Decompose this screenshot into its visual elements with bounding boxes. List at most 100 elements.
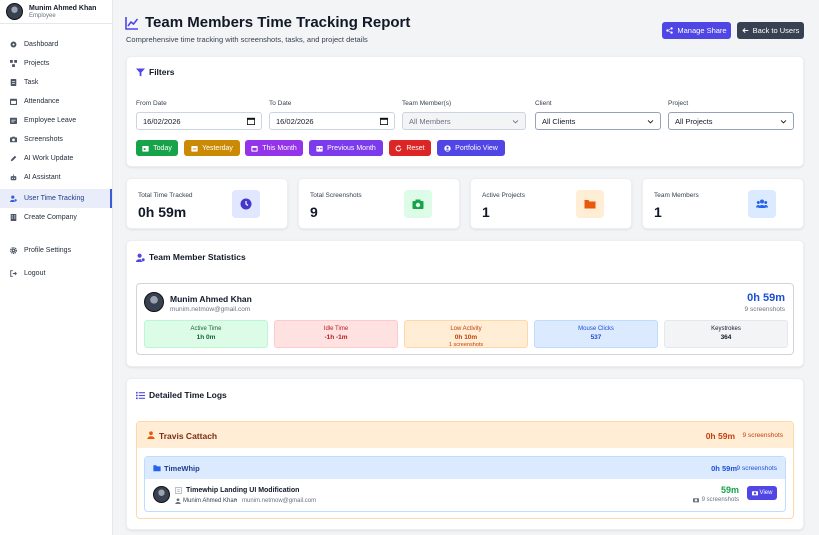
metric-mouse-clicks: Mouse Clicks 537 [534,320,658,348]
task-screenshot-count: 9 screenshots [701,497,739,503]
chart-line-icon [125,16,139,30]
sidebar-item-task[interactable]: Task [0,73,112,92]
previous-month-label: Previous Month [327,144,376,152]
sidebar-item-create-company[interactable]: Create Company [0,208,112,227]
chevron-down-icon [780,119,787,124]
previous-month-button[interactable]: Previous Month [309,140,383,156]
sidebar-item-employee-leave[interactable]: Employee Leave [0,111,112,130]
leave-icon [10,117,17,124]
sidebar-item-profile-settings[interactable]: Profile Settings [0,241,112,260]
member-stat-card: Munim Ahmed Khan munim.netmow@gmail.com … [136,283,794,355]
share-icon [666,27,674,34]
back-to-users-button[interactable]: Back to Users [737,22,804,39]
refresh-icon [395,144,402,151]
team-member-value: All Members [409,116,451,126]
metric-value: 1h 0m [196,334,216,341]
page-subtitle: Comprehensive time tracking with screens… [126,35,368,44]
sidebar-item-label: Screenshots [24,136,63,143]
from-date-value: 16/02/2026 [143,116,181,126]
filters-title-text: Filters [149,67,175,77]
separator: • [235,498,238,504]
client-select[interactable]: All Clients [535,112,661,130]
manage-share-label: Manage Share [677,26,727,35]
sidebar-item-label: Task [24,79,39,86]
user-profile[interactable]: Munim Ahmed Khan Employee [0,0,112,24]
logout-icon [10,270,17,277]
calendar-icon[interactable] [380,117,388,125]
task-icon [10,79,17,86]
from-date-input[interactable]: 16/02/2026 [136,112,262,130]
time-logs-title: Detailed Time Logs [136,390,227,400]
avatar [144,292,164,312]
project-screenshot-count: 9 screenshots [736,465,777,472]
chevron-down-icon [512,119,519,124]
metric-keystrokes: Keystrokes 364 [664,320,788,348]
this-month-button[interactable]: This Month [245,140,303,156]
manage-share-button[interactable]: Manage Share [662,22,731,39]
view-label: View [759,490,773,496]
team-member-select[interactable]: All Members [402,112,526,130]
client-label: Client [535,100,552,107]
sidebar-item-logout[interactable]: Logout [0,264,112,283]
stat-card-active-projects: Active Projects 1 [470,178,632,229]
stat-label: Team Members [654,192,699,199]
reset-label: Reset [406,144,425,152]
task-user: Munim Ahmed Khan [183,498,238,504]
sidebar-item-dashboard[interactable]: Dashboard [0,35,112,54]
sidebar-item-label: Projects [24,60,50,67]
client-total-time: 0h 59m [705,431,735,441]
sidebar-item-projects[interactable]: Projects [0,54,112,73]
task-email: munim.netmow@gmail.com [242,498,317,504]
stat-label: Total Screenshots [310,192,362,199]
today-button[interactable]: Today [136,140,178,156]
reset-button[interactable]: Reset [389,140,431,156]
task-icon [175,487,182,494]
user-clock-icon [10,195,17,202]
portfolio-view-button[interactable]: Portfolio View [437,140,505,156]
calendar-minus-icon [191,145,198,152]
time-logs-title-text: Detailed Time Logs [149,390,227,400]
client-group: Travis Cattach 0h 59m 9 screenshots Time… [136,421,794,519]
team-stats-title-text: Team Member Statistics [149,252,246,262]
portfolio-view-label: Portfolio View [455,144,498,152]
robot-icon [10,174,17,181]
sidebar-item-attendance[interactable]: Attendance [0,92,112,111]
building-icon [10,214,17,221]
project-select[interactable]: All Projects [668,112,794,130]
sidebar-item-label: Dashboard [24,41,59,48]
client-header[interactable]: Travis Cattach 0h 59m 9 screenshots [137,422,793,448]
metric-label: Mouse Clicks [578,326,614,332]
user-circle-icon [444,144,451,152]
to-date-input[interactable]: 16/02/2026 [269,112,395,130]
calendar-icon[interactable] [247,117,255,125]
user-icon [175,498,181,504]
page-title: Team Members Time Tracking Report [125,14,410,31]
metric-value: 0h 10m [454,334,478,341]
user-name: Munim Ahmed Khan [29,4,97,12]
member-total-time: 0h 59m [747,292,785,304]
sidebar-item-ai-work-update[interactable]: AI Work Update [0,149,112,168]
sidebar-item-ai-assistant[interactable]: AI Assistant [0,168,112,187]
sidebar-item-screenshots[interactable]: Screenshots [0,130,112,149]
member-email: munim.netmow@gmail.com [170,306,251,313]
view-button[interactable]: View [747,486,777,500]
gear-icon [10,247,17,254]
yesterday-label: Yesterday [202,144,233,152]
user-clock-icon [136,253,145,262]
task-duration: 59m [720,485,739,495]
arrow-left-icon [742,28,748,33]
sidebar-item-user-time-tracking[interactable]: User Time Tracking [0,189,112,208]
to-date-label: To Date [269,100,292,107]
stat-value: 1 [654,204,662,220]
metric-label: Keystrokes [711,326,741,332]
sidebar-item-label: Logout [24,270,46,277]
project-header[interactable]: TimeWhip 0h 59m 9 screenshots [145,457,785,479]
camera-icon [404,190,432,218]
from-date-label: From Date [136,100,167,107]
project-group: TimeWhip 0h 59m 9 screenshots Timewhip L… [144,456,786,512]
sidebar-item-label: AI Assistant [24,174,61,181]
sidebar-item-label: Create Company [24,214,77,221]
clock-icon [232,190,260,218]
yesterday-button[interactable]: Yesterday [184,140,240,156]
calendar-alt-icon [316,145,323,152]
